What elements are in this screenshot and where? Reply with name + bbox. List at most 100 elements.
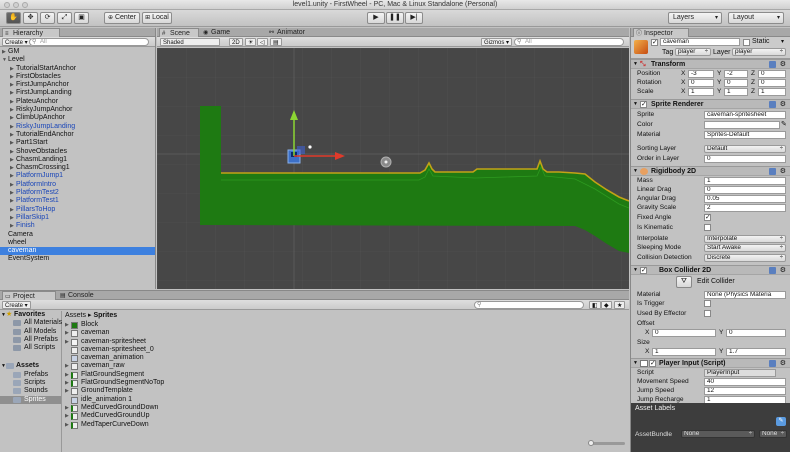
sprite-renderer-enabled-checkbox[interactable] (640, 100, 647, 109)
scale-tool-icon[interactable]: ⤢ (57, 12, 72, 24)
expand-arrow-icon[interactable]: ▶ (65, 387, 69, 395)
expand-arrow-icon[interactable]: ▶ (65, 421, 69, 429)
asset-bundle-dropdown[interactable]: None (681, 430, 755, 438)
slider-knob[interactable] (588, 440, 594, 446)
hierarchy-item-pillarskip1[interactable]: ▶ PillarSkip1 (0, 214, 155, 222)
folder-item-sprites[interactable]: Sprites (0, 395, 61, 404)
expand-arrow-icon[interactable]: ▶ (65, 371, 69, 379)
layer-dropdown[interactable]: player (732, 48, 786, 56)
help-book-icon[interactable] (769, 360, 776, 367)
collapse-arrow-icon[interactable]: ▶ (10, 156, 14, 164)
scene-canvas[interactable] (157, 48, 629, 289)
folder-item-prefabs[interactable]: Prefabs (0, 371, 61, 379)
space-local-toggle[interactable]: ⊞ Local (142, 12, 172, 24)
collapse-arrow-icon[interactable]: ▶ (10, 98, 14, 106)
folder-item-sounds[interactable]: Sounds (0, 387, 61, 395)
expand-arrow-icon[interactable]: ▼ (633, 266, 638, 275)
collapse-arrow-icon[interactable]: ▶ (10, 206, 14, 214)
asset-item-groundtemplate[interactable]: ▶ GroundTemplate (63, 387, 623, 396)
used-by-effector-checkbox[interactable] (704, 310, 711, 317)
collapse-arrow-icon[interactable]: ▶ (10, 148, 14, 156)
asset-item-block[interactable]: ▶ Block (63, 321, 623, 329)
jump-speed-field[interactable]: 12 (704, 387, 786, 395)
filter-label-button[interactable]: ◆ (601, 301, 612, 309)
help-book-icon[interactable] (769, 101, 776, 108)
asset-item-flatgroundsegmentnotop[interactable]: ▶ FlatGroundSegmentNoTop (63, 379, 623, 388)
hierarchy-item-wheel[interactable]: wheel (0, 239, 155, 247)
gear-icon[interactable]: ⚙ (780, 100, 786, 109)
tab-scene[interactable]: # Scene (159, 28, 199, 37)
collapse-arrow-icon[interactable]: ▶ (10, 164, 14, 172)
breadcrumb-assets[interactable]: Assets (65, 312, 86, 319)
material-object-field[interactable]: Sprites-Default (704, 131, 786, 139)
hierarchy-item-firstobstacles[interactable]: ▶ FirstObstacles (0, 73, 155, 81)
asset-item-flatgroundsegment[interactable]: ▶ FlatGroundSegment (63, 371, 623, 379)
hierarchy-item-platformtest1[interactable]: ▶ PlatformTest1 (0, 197, 155, 205)
asset-item-caveman-spritesheet-0[interactable]: caveman-spritesheet_0 (63, 346, 623, 354)
hierarchy-item-firstjumpanchor[interactable]: ▶ FirstJumpAnchor (0, 81, 155, 89)
is-kinematic-checkbox[interactable] (704, 224, 711, 231)
help-book-icon[interactable] (769, 168, 776, 175)
expand-arrow-icon[interactable]: ▼ (633, 359, 638, 368)
collapse-arrow-icon[interactable]: ▶ (10, 89, 14, 97)
expand-arrow-icon[interactable]: ▼ (633, 100, 638, 109)
expand-arrow-icon[interactable]: ▶ (65, 379, 69, 387)
collapse-arrow-icon[interactable]: ▶ (10, 222, 14, 230)
layers-dropdown[interactable]: Layers (668, 12, 722, 24)
active-checkbox[interactable] (651, 38, 658, 46)
scene-search-input[interactable]: ⚲ All (514, 38, 624, 46)
box-collider-enabled-checkbox[interactable] (640, 266, 647, 275)
hierarchy-item-caveman[interactable]: caveman (0, 247, 155, 256)
tab-project[interactable]: ▭ Project (2, 291, 56, 300)
scene-effects-dropdown[interactable]: ▤ (270, 38, 282, 46)
gear-icon[interactable]: ⚙ (780, 60, 786, 69)
object-name-field[interactable]: caveman (660, 38, 740, 46)
rotation-y-field[interactable]: 0 (724, 79, 748, 87)
asset-item-medtapercurvedown[interactable]: ▶ MedTaperCurveDown (63, 421, 623, 429)
gear-icon[interactable]: ⚙ (780, 167, 786, 176)
mass-field[interactable]: 1 (704, 177, 786, 185)
sprite-object-field[interactable]: caveman-spritesheet (704, 111, 786, 119)
project-search-input[interactable]: ⚲ (474, 301, 584, 309)
folder-item-scripts[interactable]: Scripts (0, 379, 61, 387)
is-trigger-checkbox[interactable] (704, 300, 711, 307)
hierarchy-item-firstjumplanding[interactable]: ▶ FirstJumpLanding (0, 89, 155, 97)
collapse-arrow-icon[interactable]: ▶ (10, 73, 14, 81)
2d-mode-toggle[interactable]: 2D (229, 38, 243, 46)
expand-arrow-icon[interactable]: ▶ (65, 362, 69, 370)
asset-label-icon[interactable]: ✎ (776, 417, 786, 426)
sleeping-mode-dropdown[interactable]: Start Awake (704, 244, 786, 252)
hierarchy-item-eventsystem[interactable]: EventSystem (0, 255, 155, 263)
box-collider-header[interactable]: ▼ Box Collider 2D ⚙ (631, 265, 790, 275)
edit-collider-button[interactable]: ⛛ (676, 276, 692, 288)
hierarchy-item-gm[interactable]: ▶ GM (0, 48, 155, 56)
position-y-field[interactable]: -2 (724, 70, 748, 78)
favorite-item-all-models[interactable]: All Models (0, 328, 61, 336)
asset-item-medcurvedgrounddown[interactable]: ▶ MedCurvedGroundDown (63, 404, 623, 412)
tab-console[interactable]: ▤ Console (58, 291, 106, 300)
collision-detection-dropdown[interactable]: Discrete (704, 254, 786, 262)
asset-bundle-variant-dropdown[interactable]: None (759, 430, 787, 438)
tab-hierarchy[interactable]: ≡ Hierarchy (2, 28, 60, 37)
hand-tool-icon[interactable]: ✋ (6, 12, 21, 24)
collapse-arrow-icon[interactable]: ▶ (2, 48, 6, 56)
sorting-layer-dropdown[interactable]: Default (704, 145, 786, 153)
size-y-field[interactable]: 1.7 (726, 348, 786, 356)
asset-item-idle-animation-1[interactable]: idle_animation 1 (63, 396, 623, 404)
hierarchy-item-finish[interactable]: ▶ Finish (0, 222, 155, 230)
gizmos-dropdown[interactable]: Gizmos ▾ (481, 38, 513, 46)
hierarchy-item-pillarstohop[interactable]: ▶ PillarsToHop (0, 206, 155, 214)
static-dropdown-icon[interactable]: ▾ (781, 38, 784, 45)
transform-header[interactable]: ▼ ⤡ Transform ⚙ (631, 59, 790, 69)
collapse-arrow-icon[interactable]: ▶ (10, 214, 14, 222)
asset-item-caveman-spritesheet[interactable]: ▶ caveman-spritesheet (63, 338, 623, 346)
hierarchy-item-level[interactable]: ▼ Level (0, 56, 155, 64)
hierarchy-item-tutorialendanchor[interactable]: ▶ TutorialEndAnchor (0, 131, 155, 139)
hierarchy-item-plateuanchor[interactable]: ▶ PlateuAnchor (0, 98, 155, 106)
icon-size-slider[interactable] (588, 440, 625, 446)
scale-x-field[interactable]: 1 (688, 88, 714, 96)
collapse-arrow-icon[interactable]: ▶ (10, 197, 14, 205)
favorite-item-all-scripts[interactable]: All Scripts (0, 344, 61, 352)
rotation-x-field[interactable]: 0 (688, 79, 714, 87)
tab-inspector[interactable]: ⓘ Inspector (633, 28, 689, 37)
